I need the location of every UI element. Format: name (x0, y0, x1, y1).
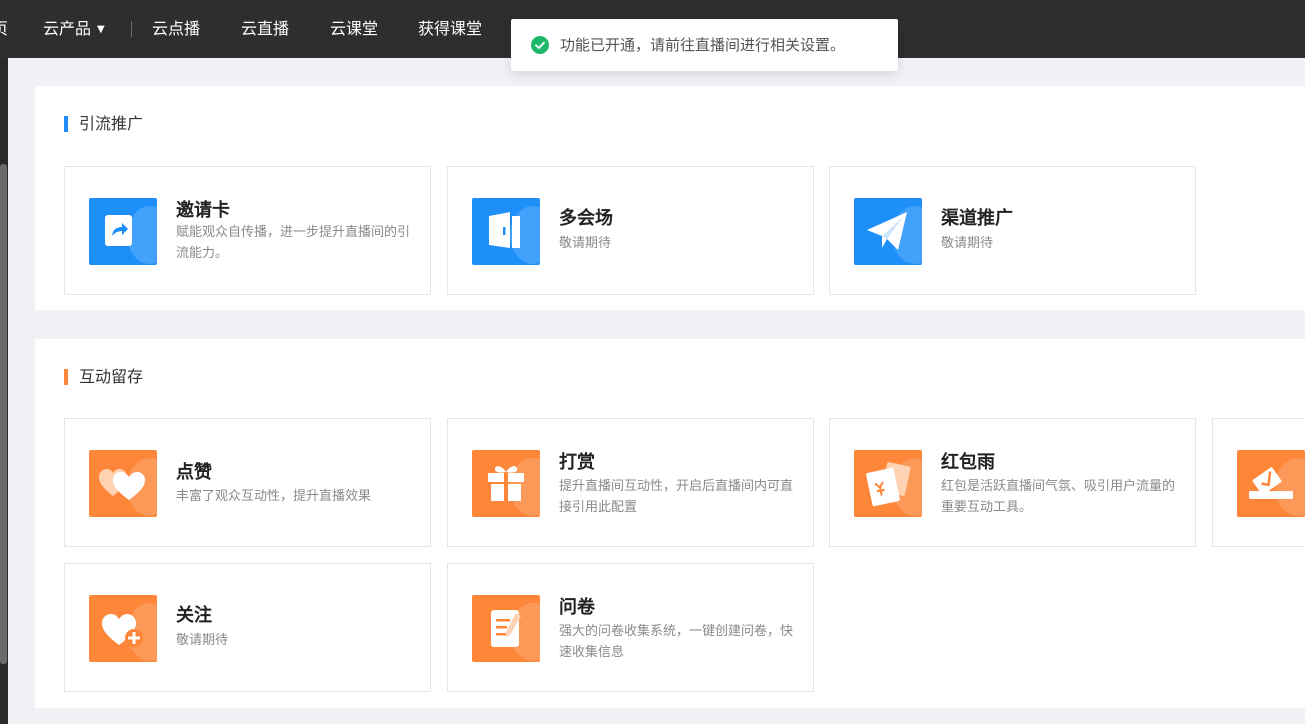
scrollbar-thumb[interactable] (0, 164, 7, 664)
success-toast: 功能已开通，请前往直播间进行相关设置。 (511, 19, 898, 71)
card-description: 赋能观众自传播，进一步提升直播间的引流能力。 (176, 225, 411, 261)
nav-divider (131, 21, 132, 37)
feature-card-survey[interactable]: 问卷 强大的问卷收集系统，一键创建问卷，快速收集信息 (447, 563, 814, 692)
nav-item-cloud-products[interactable]: 云产品 ▼ (43, 0, 105, 58)
check-circle-icon (531, 36, 549, 54)
nav-item-live[interactable]: 云直播 (241, 0, 289, 58)
card-title: 多会场 (559, 208, 613, 229)
card-title: 红包雨 (941, 452, 995, 473)
section-title: 互动留存 (64, 368, 143, 386)
nav-item-home[interactable]: 页 (0, 0, 8, 58)
nav-item-label: 云产品 (43, 19, 92, 38)
left-scroll-track (0, 58, 8, 724)
card-description: 红包是活跃直播间气氛、吸引用户流量的重要互动工具。 (941, 479, 1176, 515)
section-title-text: 互动留存 (79, 367, 144, 386)
section-title: 引流推广 (64, 115, 143, 133)
feature-card-reward[interactable]: 打赏 提升直播间互动性，开启后直播间内可直接引用此配置 (447, 418, 814, 547)
card-title: 点赞 (176, 462, 212, 483)
card-description: 敬请期待 (941, 236, 994, 251)
feature-card-channel-promotion[interactable]: 渠道推广 敬请期待 (829, 166, 1196, 295)
heart-plus-icon (89, 595, 157, 662)
hearts-icon (89, 450, 157, 517)
nav-item-classroom[interactable]: 云课堂 (330, 0, 378, 58)
card-title: 关注 (176, 605, 212, 626)
toast-message: 功能已开通，请前往直播间进行相关设置。 (560, 36, 846, 54)
card-title: 渠道推广 (941, 208, 1013, 229)
feature-card-multi-venue[interactable]: 多会场 敬请期待 (447, 166, 814, 295)
card-description: 敬请期待 (559, 236, 612, 251)
section-promotion: 引流推广 邀请卡 赋能观众自传播，进一步提升直播间的引流能力。 多会场 敬请期待 (35, 86, 1305, 310)
card-title: 问卷 (559, 597, 595, 618)
section-title-text: 引流推广 (79, 114, 144, 133)
section-interaction-retention: 互动留存 点赞 丰富了观众互动性，提升直播效果 打赏 提升直播间互动性，开启后直… (35, 339, 1305, 708)
survey-icon (472, 595, 540, 662)
card-description: 强大的问卷收集系统，一键创建问卷，快速收集信息 (559, 624, 794, 660)
feature-card-invite-card[interactable]: 邀请卡 赋能观众自传播，进一步提升直播间的引流能力。 (64, 166, 431, 295)
gift-icon (472, 450, 540, 517)
section-accent-bar (64, 116, 68, 132)
red-packet-icon (854, 450, 922, 517)
door-icon (472, 198, 540, 265)
section-accent-bar (64, 369, 68, 385)
card-description: 丰富了观众互动性，提升直播效果 (176, 489, 372, 504)
ballot-icon (1237, 450, 1305, 517)
paper-plane-icon (854, 198, 922, 265)
nav-item-get-classroom[interactable]: 获得课堂 (418, 0, 482, 58)
feature-card-red-packet-rain[interactable]: 红包雨 红包是活跃直播间气氛、吸引用户流量的重要互动工具。 (829, 418, 1196, 547)
nav-item-vod[interactable]: 云点播 (152, 0, 200, 58)
feature-card-follow[interactable]: 关注 敬请期待 (64, 563, 431, 692)
caret-down-icon: ▼ (97, 24, 105, 35)
card-description: 敬请期待 (176, 633, 229, 648)
card-title: 邀请卡 (176, 200, 230, 221)
share-card-icon (89, 198, 157, 265)
card-title: 打赏 (559, 452, 595, 473)
feature-card-like[interactable]: 点赞 丰富了观众互动性，提升直播效果 (64, 418, 431, 547)
card-description: 提升直播间互动性，开启后直播间内可直接引用此配置 (559, 479, 794, 515)
feature-card-vote[interactable] (1212, 418, 1305, 547)
